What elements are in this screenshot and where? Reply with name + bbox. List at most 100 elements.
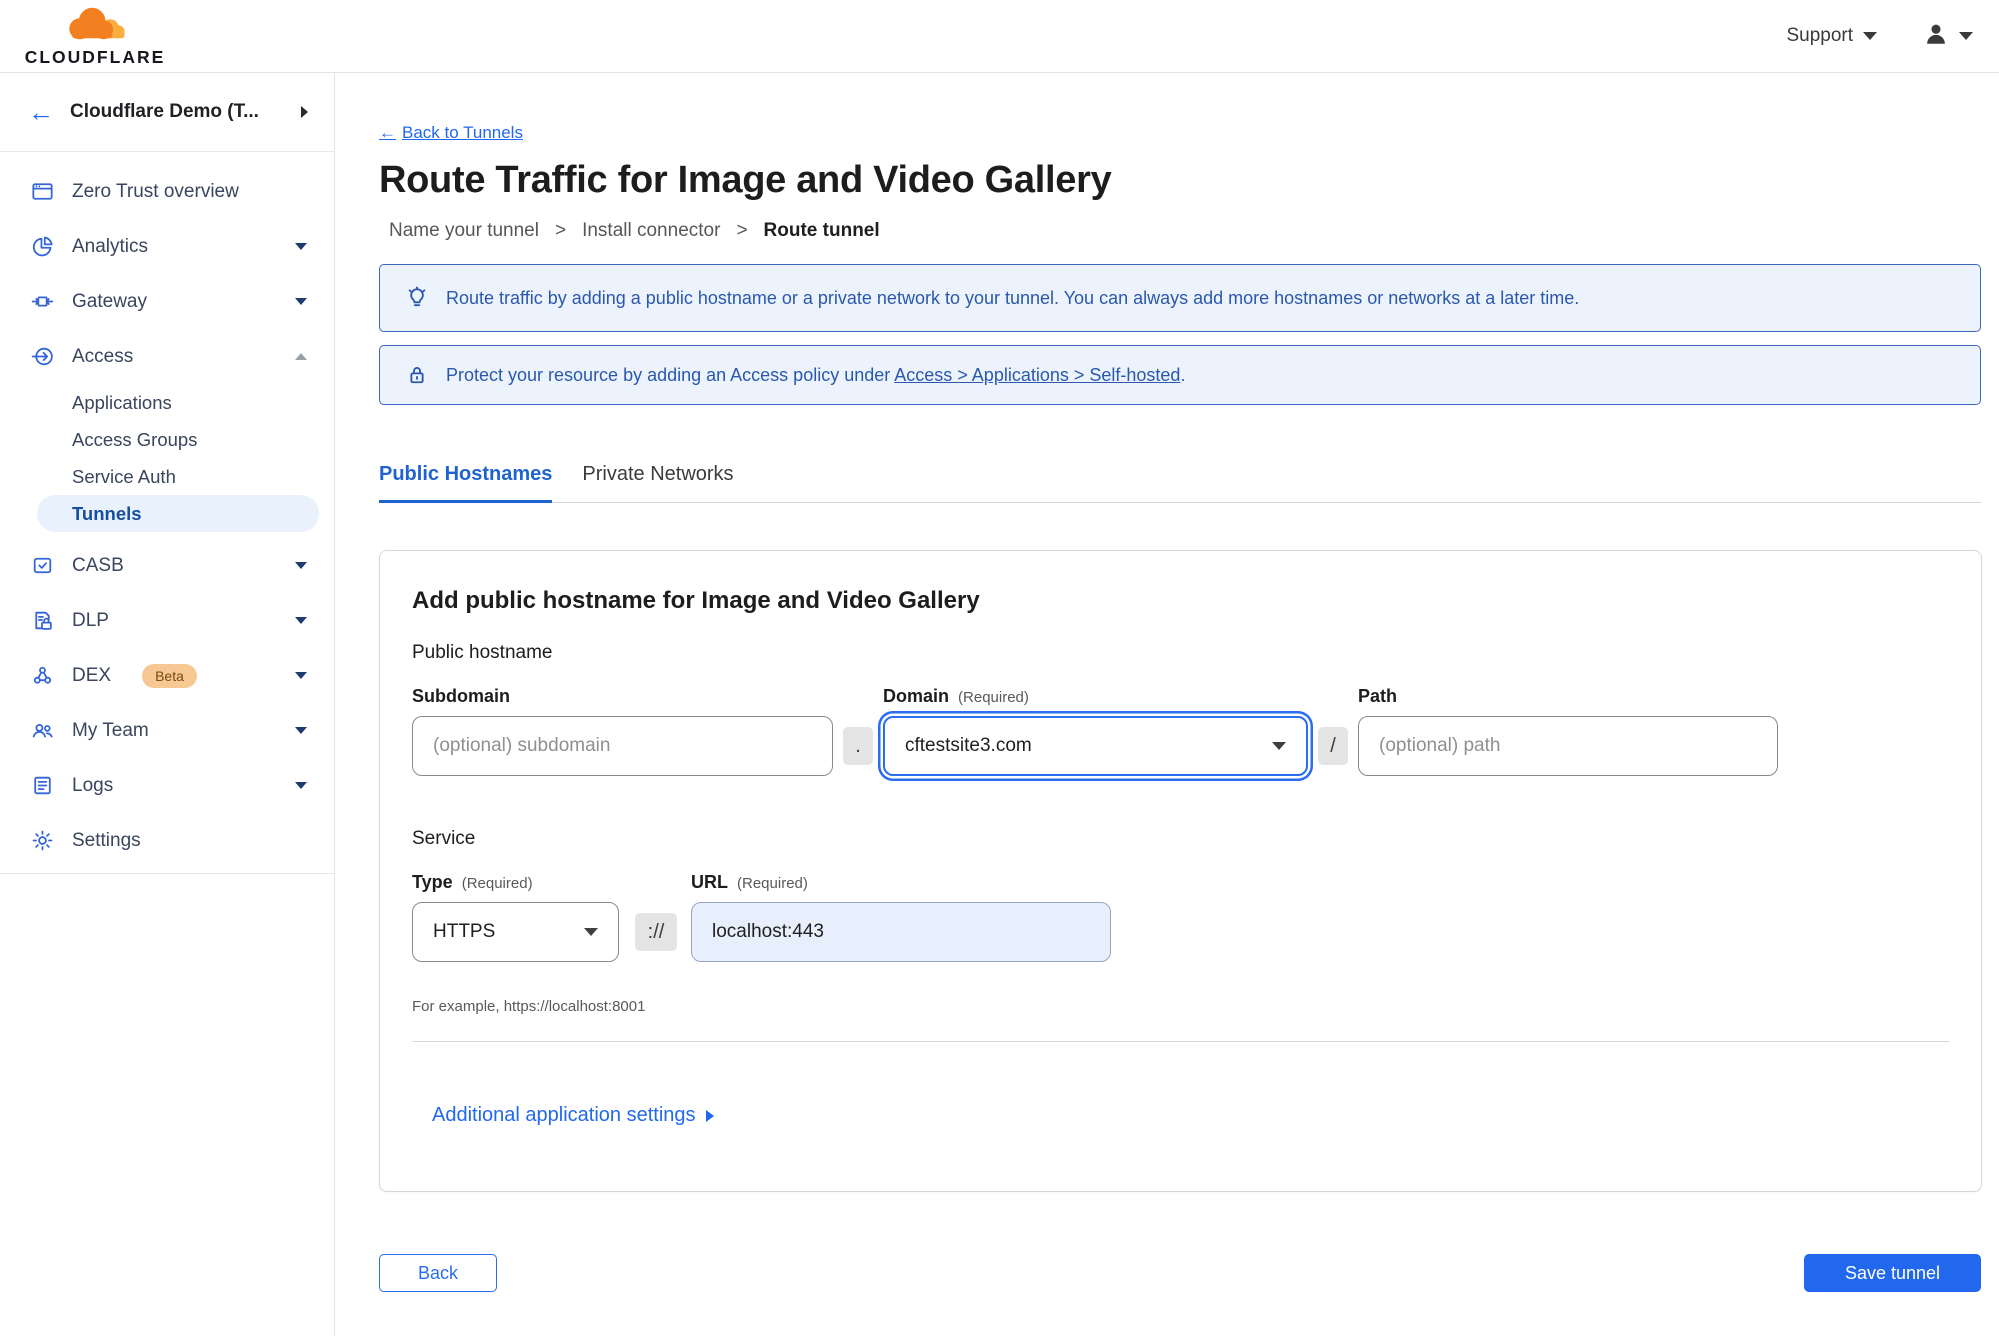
sidebar-item-settings[interactable]: Settings: [0, 813, 334, 868]
sidebar-item-label: CASB: [72, 554, 124, 576]
sidebar-account-header[interactable]: ← Cloudflare Demo (T...: [0, 73, 334, 152]
sidebar-item-my-team[interactable]: My Team: [0, 703, 334, 758]
sidebar-item-logs[interactable]: Logs: [0, 758, 334, 813]
support-menu[interactable]: Support: [1786, 25, 1877, 47]
required-note: (Required): [958, 689, 1029, 706]
service-section-label: Service: [412, 828, 476, 849]
url-input[interactable]: [691, 902, 1111, 962]
path-input[interactable]: [1358, 716, 1778, 776]
sidebar-item-dlp[interactable]: DLP: [0, 593, 334, 648]
subdomain-input[interactable]: [412, 716, 833, 776]
chevron-down-icon: [295, 672, 307, 679]
sidebar-item-label: DEX: [72, 664, 112, 686]
chevron-down-icon: [1272, 742, 1286, 750]
cloudflare-logo[interactable]: CLOUDFLARE: [20, 4, 170, 68]
breadcrumb-separator: >: [554, 220, 567, 241]
sidebar-item-access[interactable]: Access: [0, 329, 334, 384]
sidebar-item-label: DLP: [72, 609, 109, 631]
sidebar-item-casb[interactable]: CASB: [0, 538, 334, 593]
team-icon: [30, 718, 55, 743]
url-example-text: For example, https://localhost:8001: [412, 998, 646, 1015]
breadcrumb: Name your tunnel > Install connector > R…: [389, 220, 1981, 242]
type-label: Type (Required): [412, 872, 533, 892]
sidebar-item-zero-trust-overview[interactable]: Zero Trust overview: [0, 164, 334, 219]
public-hostname-card: Add public hostname for Image and Video …: [379, 550, 1982, 1192]
sidebar-item-label: My Team: [72, 719, 149, 741]
required-note: (Required): [737, 875, 808, 892]
analytics-icon: [30, 234, 55, 259]
chevron-down-icon: [295, 727, 307, 734]
chevron-down-icon: [295, 562, 307, 569]
scheme-separator: ://: [635, 913, 677, 951]
sidebar-item-gateway[interactable]: Gateway: [0, 274, 334, 329]
path-label: Path: [1358, 686, 1398, 706]
sidebar-item-tunnels[interactable]: Tunnels: [37, 495, 319, 532]
sidebar-item-dex[interactable]: DEX Beta: [0, 648, 334, 703]
sidebar-item-applications[interactable]: Applications: [0, 384, 334, 421]
tab-private-networks[interactable]: Private Networks: [582, 463, 733, 502]
user-menu[interactable]: [1923, 21, 1973, 52]
beta-badge: Beta: [142, 663, 197, 688]
sidebar-item-label: Analytics: [72, 235, 149, 257]
sidebar-subitem-label: Service Auth: [72, 465, 176, 487]
additional-settings-toggle[interactable]: Additional application settings: [432, 1104, 714, 1127]
public-hostname-section-label: Public hostname: [412, 642, 553, 663]
chevron-down-icon: [1863, 32, 1877, 40]
chevron-down-icon: [295, 298, 307, 305]
sidebar-item-access-groups[interactable]: Access Groups: [0, 421, 334, 458]
chevron-down-icon: [584, 928, 598, 936]
sidebar-subitem-label: Tunnels: [72, 502, 142, 524]
back-to-tunnels-link[interactable]: ← Back to Tunnels: [379, 123, 523, 143]
banner-text: Route traffic by adding a public hostnam…: [446, 287, 1580, 308]
lightbulb-icon: [404, 285, 430, 311]
save-tunnel-button[interactable]: Save tunnel: [1804, 1254, 1981, 1292]
gateway-icon: [30, 289, 55, 314]
sidebar-subitem-label: Access Groups: [72, 428, 198, 450]
back-button[interactable]: Back: [379, 1254, 497, 1292]
sidebar: ← Cloudflare Demo (T... Zero Trust overv…: [0, 73, 335, 1336]
main-content: ← Back to Tunnels Route Traffic for Imag…: [335, 73, 1999, 1336]
page-title: Route Traffic for Image and Video Galler…: [379, 159, 1112, 201]
chevron-down-icon: [295, 243, 307, 250]
sidebar-item-label: Settings: [72, 829, 141, 851]
service-type-select[interactable]: HTTPS: [412, 902, 619, 962]
card-divider: [412, 1041, 1949, 1042]
dex-icon: [30, 663, 55, 688]
dot-separator: .: [843, 727, 873, 765]
chevron-down-icon: [295, 782, 307, 789]
sidebar-subitem-label: Applications: [72, 391, 172, 413]
slash-separator: /: [1318, 727, 1348, 765]
url-label: URL (Required): [691, 872, 808, 892]
sidebar-item-service-auth[interactable]: Service Auth: [0, 458, 334, 495]
card-heading: Add public hostname for Image and Video …: [412, 587, 980, 614]
access-policy-banner: Protect your resource by adding an Acces…: [379, 345, 1981, 405]
domain-select-value: cftestsite3.com: [905, 735, 1032, 756]
back-arrow-icon: ←: [379, 123, 396, 142]
sidebar-item-label: Logs: [72, 774, 114, 796]
step-name-your-tunnel[interactable]: Name your tunnel: [389, 220, 539, 242]
logs-icon: [30, 773, 55, 798]
sidebar-item-analytics[interactable]: Analytics: [0, 219, 334, 274]
chevron-right-icon: [705, 1109, 714, 1122]
support-label: Support: [1786, 25, 1853, 46]
gear-icon: [30, 828, 55, 853]
footer-actions: Back Save tunnel: [379, 1254, 1981, 1292]
domain-select[interactable]: cftestsite3.com: [883, 716, 1308, 776]
required-note: (Required): [461, 875, 533, 892]
sidebar-item-label: Zero Trust overview: [72, 180, 239, 202]
sidebar-item-label: Access: [72, 345, 134, 367]
subdomain-label: Subdomain: [412, 686, 510, 706]
chevron-down-icon: [295, 617, 307, 624]
casb-icon: [30, 553, 55, 578]
back-arrow-icon[interactable]: ←: [28, 99, 54, 125]
step-install-connector[interactable]: Install connector: [582, 220, 720, 242]
domain-label: Domain (Required): [883, 686, 1029, 706]
access-icon: [30, 344, 55, 369]
banner-text: Protect your resource by adding an Acces…: [446, 364, 1186, 385]
overview-icon: [30, 179, 55, 204]
step-route-tunnel: Route tunnel: [763, 220, 880, 241]
tab-public-hostnames[interactable]: Public Hostnames: [379, 463, 553, 503]
chevron-right-icon[interactable]: [301, 106, 308, 118]
access-applications-self-hosted-link[interactable]: Access > Applications > Self-hosted: [894, 365, 1180, 385]
breadcrumb-separator: >: [736, 220, 748, 241]
